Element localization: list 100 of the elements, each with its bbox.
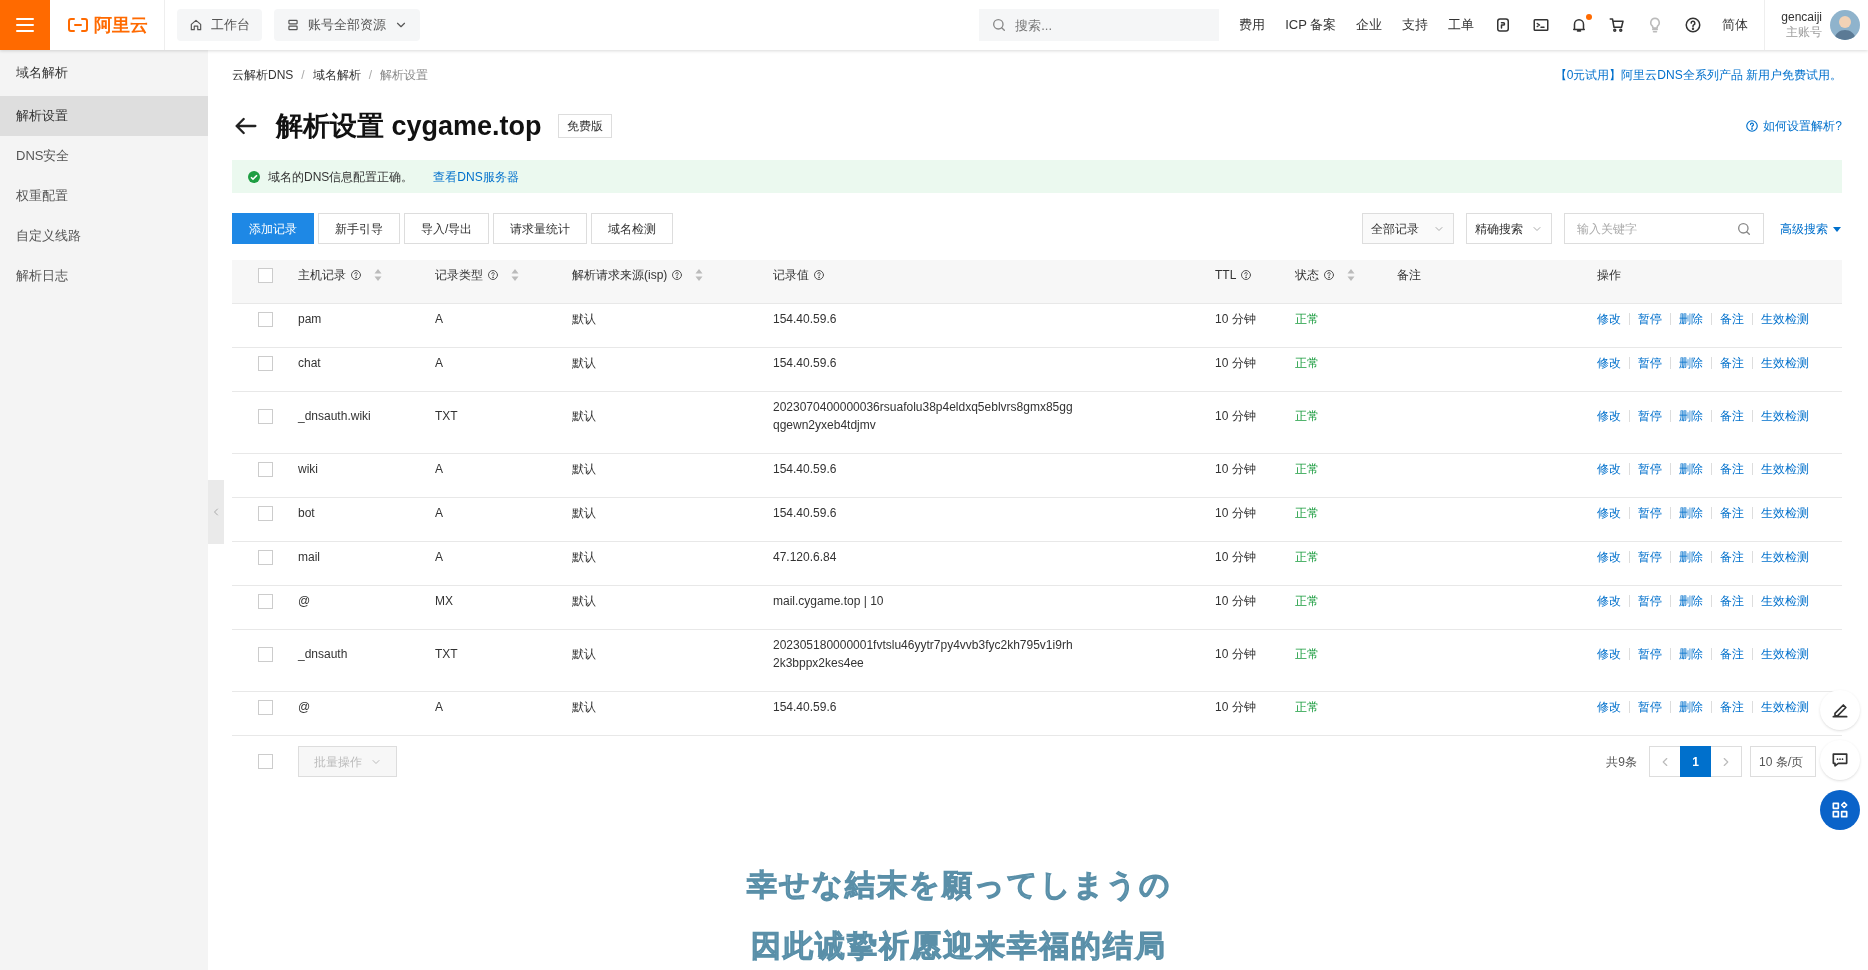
action-link[interactable]: 暂停 [1638,698,1662,717]
help-link[interactable]: 如何设置解析? [1745,117,1842,135]
toolbar-button[interactable]: 域名检测 [591,213,674,244]
action-link[interactable]: 暂停 [1638,310,1662,329]
advanced-search-link[interactable]: 高级搜索 [1780,219,1842,238]
sidebar-item[interactable]: 权重配置 [0,176,208,216]
page-button[interactable]: 1 [1680,746,1711,777]
action-link[interactable]: 暂停 [1638,460,1662,479]
action-link[interactable]: 生效检测 [1761,504,1809,523]
resources-dropdown[interactable]: 账号全部资源 [274,9,420,41]
notification-button[interactable] [1570,16,1589,34]
action-link[interactable]: 删除 [1679,407,1703,426]
sort-icon[interactable] [695,269,704,282]
checkbox[interactable] [257,699,273,715]
collapse-handle[interactable] [208,480,224,544]
search-icon[interactable] [1736,221,1752,237]
record-filter-dropdown[interactable]: 全部记录 [1362,213,1454,244]
dns-server-link[interactable]: 查看DNS服务器 [433,167,519,186]
checkbox[interactable] [257,461,273,477]
promo-link[interactable]: 【0元试用】阿里云DNS全系列产品 新用户免费试用。 [1554,66,1842,84]
checkbox[interactable] [257,549,273,565]
toolbar-button[interactable]: 导入/导出 [404,213,490,244]
sidebar-item[interactable]: 解析日志 [0,256,208,296]
action-link[interactable]: 删除 [1679,354,1703,373]
workbench-button[interactable]: 工作台 [177,9,262,41]
action-link[interactable]: 备注 [1720,645,1744,664]
nav-link[interactable]: 企业 [1356,15,1383,35]
action-link[interactable]: 生效检测 [1761,698,1809,717]
search-mode-dropdown[interactable]: 精确搜索 [1466,213,1552,244]
action-link[interactable]: 修改 [1597,698,1621,717]
action-link[interactable]: 生效检测 [1761,548,1809,567]
language-link[interactable]: 简体 [1722,15,1749,35]
action-link[interactable]: 生效检测 [1761,310,1809,329]
terminal-icon[interactable] [1532,16,1551,34]
action-link[interactable]: 备注 [1720,407,1744,426]
search-field[interactable]: 搜索... [979,9,1220,41]
action-link[interactable]: 备注 [1720,354,1744,373]
action-link[interactable]: 删除 [1679,460,1703,479]
help-icon[interactable] [1684,16,1703,34]
action-link[interactable]: 备注 [1720,310,1744,329]
nav-link[interactable]: 支持 [1402,15,1429,35]
toolbar-button[interactable]: 请求量统计 [493,213,588,244]
action-link[interactable]: 删除 [1679,698,1703,717]
checkbox[interactable] [257,505,273,521]
action-link[interactable]: 生效检测 [1761,592,1809,611]
action-link[interactable]: 生效检测 [1761,645,1809,664]
action-link[interactable]: 备注 [1720,504,1744,523]
checkbox[interactable] [257,593,273,609]
cart-icon[interactable] [1608,16,1627,34]
action-link[interactable]: 删除 [1679,310,1703,329]
action-link[interactable]: 修改 [1597,310,1621,329]
action-link[interactable]: 修改 [1597,407,1621,426]
action-link[interactable]: 暂停 [1638,548,1662,567]
avatar[interactable] [1830,10,1860,40]
action-link[interactable]: 暂停 [1638,645,1662,664]
action-link[interactable]: 暂停 [1638,504,1662,523]
action-link[interactable]: 暂停 [1638,407,1662,426]
action-link[interactable]: 生效检测 [1761,407,1809,426]
apps-button[interactable] [1820,790,1860,830]
edit-button[interactable] [1820,690,1860,730]
toolbar-button[interactable]: 新手引导 [318,213,400,244]
action-link[interactable]: 备注 [1720,698,1744,717]
page-size-dropdown[interactable]: 10 条/页 [1750,746,1816,777]
breadcrumb-link[interactable]: 域名解析 [312,66,361,84]
action-link[interactable]: 修改 [1597,548,1621,567]
checkbox[interactable] [257,408,273,424]
action-link[interactable]: 备注 [1720,460,1744,479]
action-link[interactable]: 修改 [1597,592,1621,611]
sidebar-item[interactable]: 解析设置 [0,96,208,136]
user-name[interactable]: gencaiji [1781,10,1822,25]
action-link[interactable]: 暂停 [1638,592,1662,611]
nav-link[interactable]: 费用 [1239,15,1266,35]
action-link[interactable]: 生效检测 [1761,354,1809,373]
action-link[interactable]: 删除 [1679,645,1703,664]
action-link[interactable]: 修改 [1597,354,1621,373]
action-link[interactable]: 暂停 [1638,354,1662,373]
action-link[interactable]: 修改 [1597,645,1621,664]
checkbox[interactable] [257,311,273,327]
sort-icon[interactable] [1347,269,1355,282]
keyword-field[interactable]: 输入关键字 [1564,213,1764,244]
checkbox[interactable] [257,267,273,283]
checkbox[interactable] [257,646,273,662]
sidebar-item[interactable]: 自定义线路 [0,216,208,256]
checkbox[interactable] [257,754,273,769]
action-link[interactable]: 备注 [1720,592,1744,611]
checkbox[interactable] [257,355,273,371]
action-link[interactable]: 修改 [1597,460,1621,479]
action-link[interactable]: 备注 [1720,548,1744,567]
action-link[interactable]: 删除 [1679,548,1703,567]
sort-icon[interactable] [374,269,382,282]
sort-icon[interactable] [511,269,519,282]
nav-link[interactable]: 工单 [1448,15,1475,35]
toolbar-button[interactable]: 添加记录 [232,213,314,244]
action-link[interactable]: 删除 [1679,592,1703,611]
breadcrumb-link[interactable]: 云解析DNS [232,66,294,84]
action-link[interactable]: 生效检测 [1761,460,1809,479]
sidebar-item[interactable]: DNS安全 [0,136,208,176]
action-link[interactable]: 修改 [1597,504,1621,523]
action-link[interactable]: 删除 [1679,504,1703,523]
feedback-button[interactable] [1820,740,1860,780]
